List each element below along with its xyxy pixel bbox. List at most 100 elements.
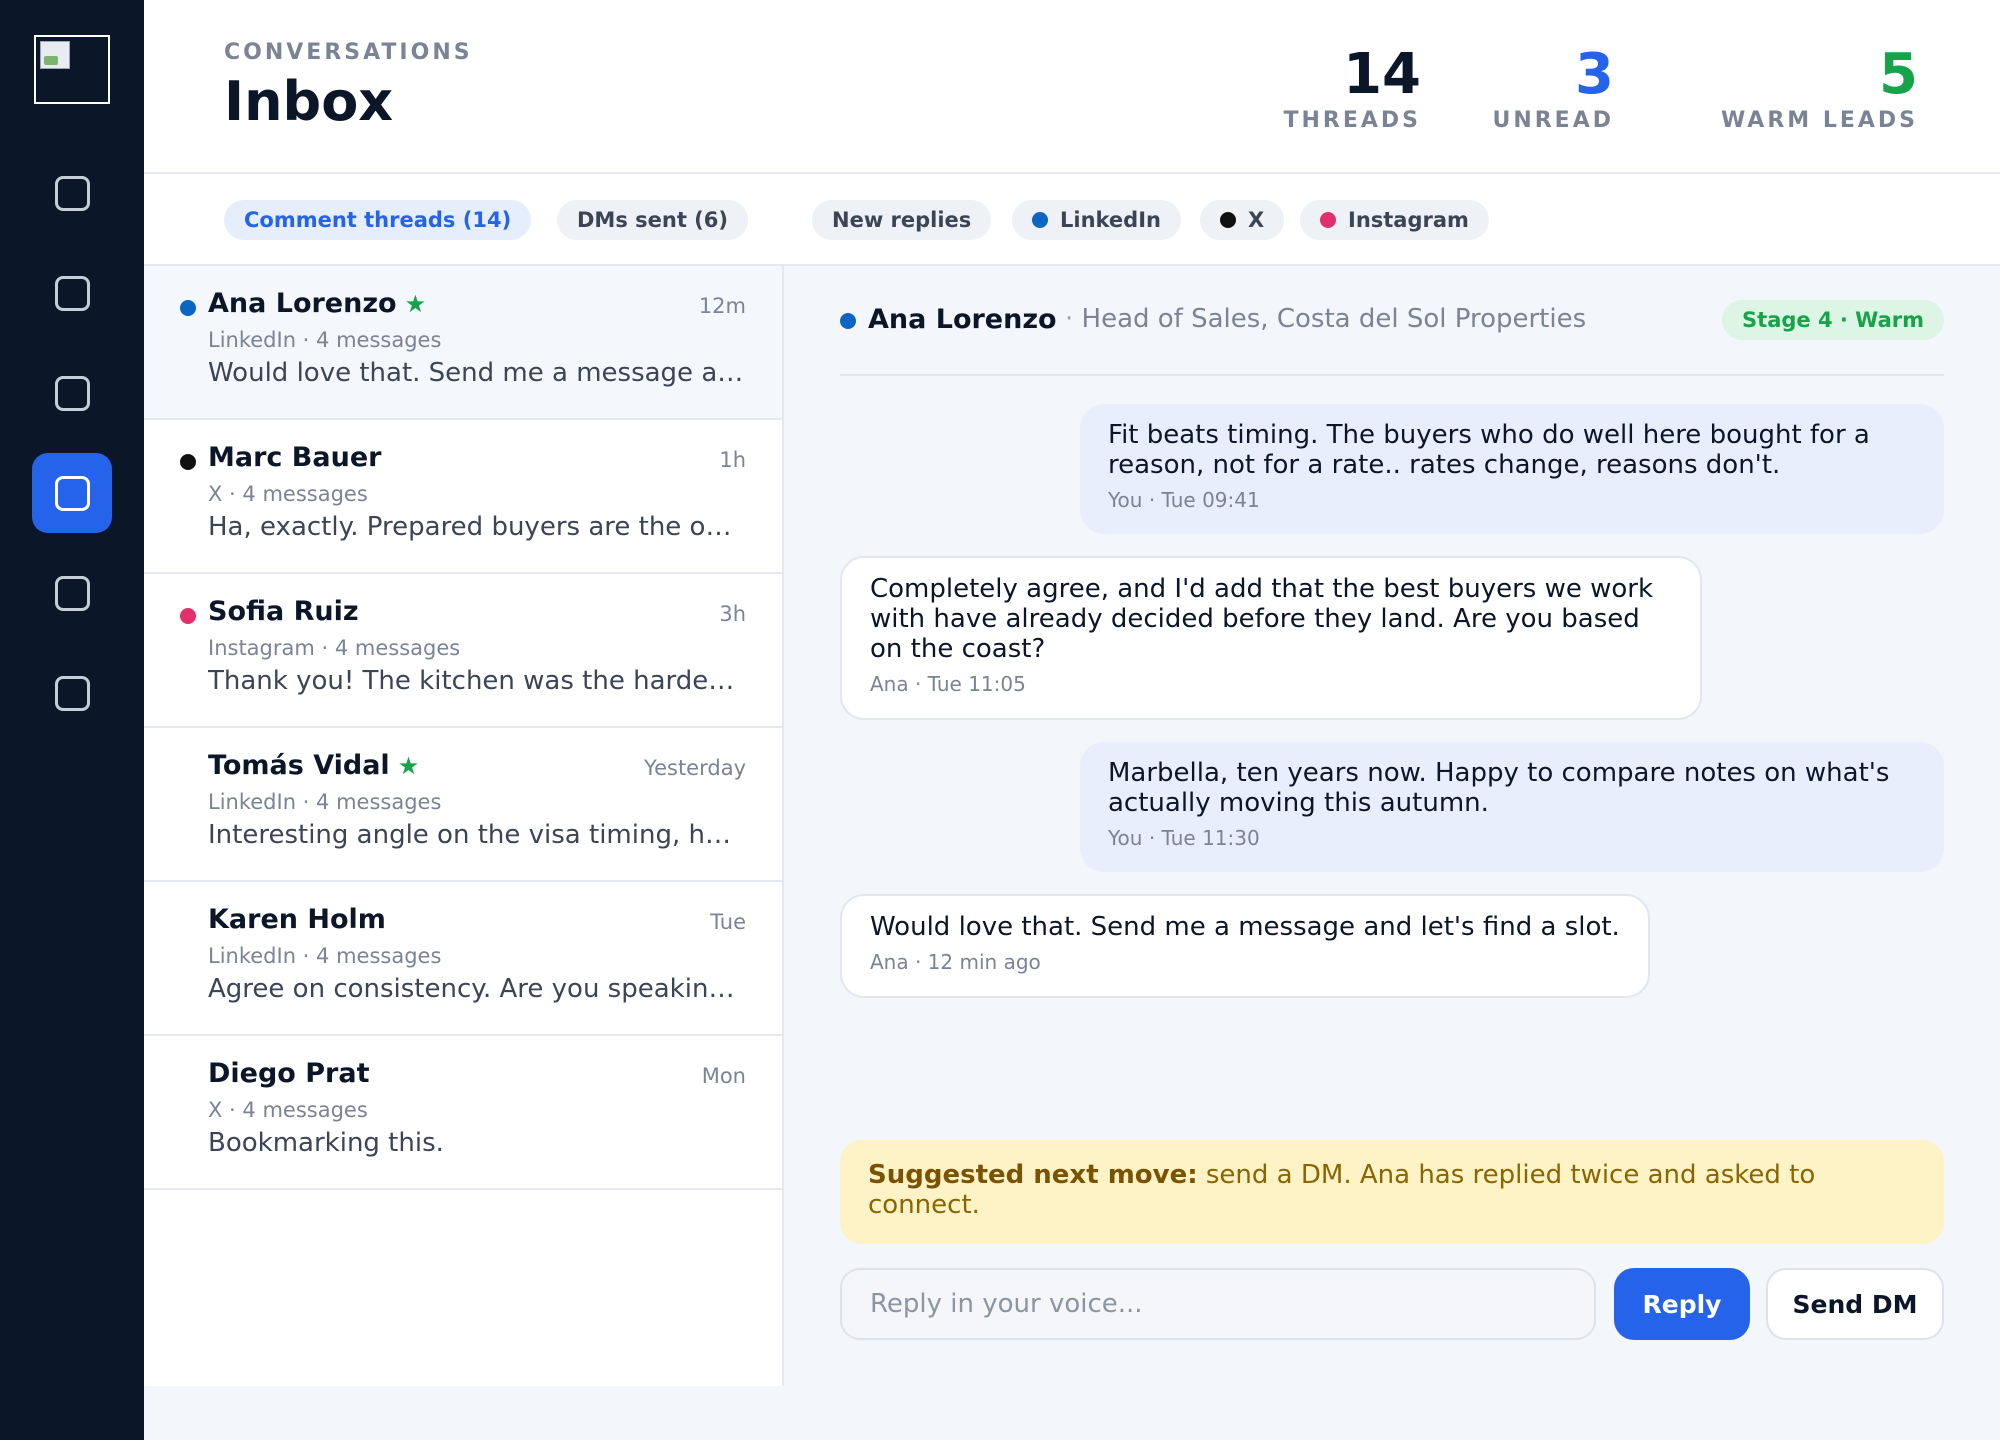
nav-icon xyxy=(54,375,90,411)
message-stamp: Ana · Tue 11:05 xyxy=(870,672,1026,696)
broken-image-icon xyxy=(40,41,70,69)
nav-button-6[interactable] xyxy=(32,653,112,733)
thread-preview: Thank you! The kitchen was the hardest p… xyxy=(208,666,744,696)
linkedin-dot-icon xyxy=(840,313,856,329)
stat-label: WARM LEADS xyxy=(1721,108,1918,133)
nav-icon xyxy=(54,675,90,711)
app-logo[interactable] xyxy=(34,35,110,104)
nav-icon xyxy=(54,275,90,311)
thread-list: Ana Lorenzo ★ 12m LinkedIn · 4 messages W… xyxy=(144,266,784,1386)
inbox-nav-icon xyxy=(54,475,90,511)
filter-label: Comment threads (14) xyxy=(244,208,512,232)
thread-contact-name: Karen Holm xyxy=(208,904,386,935)
instagram-dot-icon xyxy=(180,608,196,624)
nav-button-inbox-active[interactable] xyxy=(32,453,112,533)
filter-bar: Comment threads (14) DMs sent (6) New re… xyxy=(144,174,2000,266)
thread-time: Mon xyxy=(701,1064,746,1088)
thread-preview: Bookmarking this. xyxy=(208,1128,444,1158)
conversation-header: Ana Lorenzo · Head of Sales, Costa del S… xyxy=(840,300,1944,342)
message-stamp: Ana · 12 min ago xyxy=(870,950,1041,974)
thread-meta: LinkedIn · 4 messages xyxy=(208,790,442,814)
filter-label: DMs sent (6) xyxy=(577,208,728,232)
reply-input[interactable] xyxy=(840,1268,1596,1340)
thread-row[interactable]: Sofia Ruiz 3h Instagram · 4 messages Tha… xyxy=(144,574,782,728)
thread-preview: Interesting angle on the visa timing, ho… xyxy=(208,820,744,850)
nav-icon xyxy=(54,175,90,211)
message-bubble-incoming: Completely agree, and I'd add that the b… xyxy=(840,556,1702,720)
thread-time: Yesterday xyxy=(644,756,746,780)
contact-role: · Head of Sales, Costa del Sol Propertie… xyxy=(1065,304,1587,334)
linkedin-dot-icon xyxy=(180,300,196,316)
message-text: Would love that. Send me a message and l… xyxy=(870,912,1620,942)
thread-meta: X · 4 messages xyxy=(208,1098,368,1122)
nav-button-3[interactable] xyxy=(32,353,112,433)
thread-contact-name: Marc Bauer xyxy=(208,442,382,473)
filter-linkedin[interactable]: LinkedIn xyxy=(1012,200,1181,240)
stat-warm-leads: 5 WARM LEADS xyxy=(1721,42,1918,134)
thread-time: 1h xyxy=(719,448,746,472)
filter-label: Instagram xyxy=(1348,208,1469,232)
thread-row[interactable]: Tomás Vidal ★ Yesterday LinkedIn · 4 mess… xyxy=(144,728,782,882)
stat-value: 14 xyxy=(1343,42,1421,107)
message-text: Marbella, ten years now. Happy to compar… xyxy=(1108,758,1890,818)
x-dot-icon xyxy=(180,454,196,470)
stat-threads: 14 THREADS xyxy=(1283,42,1421,134)
app-sidebar xyxy=(0,0,144,1440)
thread-contact-name: Ana Lorenzo ★ xyxy=(208,288,427,319)
filter-x[interactable]: X xyxy=(1200,200,1285,240)
message-bubble-incoming: Would love that. Send me a message and l… xyxy=(840,894,1650,998)
thread-time: 12m xyxy=(698,294,746,318)
filter-dms-sent[interactable]: DMs sent (6) xyxy=(557,200,748,240)
nav-icon xyxy=(54,575,90,611)
divider xyxy=(840,374,1944,376)
thread-time: Tue xyxy=(710,910,746,934)
message-bubble-outgoing: Fit beats timing. The buyers who do well… xyxy=(1080,404,1944,534)
thread-row[interactable]: Marc Bauer 1h X · 4 messages Ha, exactly… xyxy=(144,420,782,574)
thread-preview: Would love that. Send me a message and l… xyxy=(208,358,744,388)
message-text: Completely agree, and I'd add that the b… xyxy=(870,574,1654,664)
star-icon: ★ xyxy=(404,290,427,318)
thread-contact-name: Tomás Vidal ★ xyxy=(208,750,420,781)
message-stamp: You · Tue 11:30 xyxy=(1108,826,1260,850)
thread-contact-name: Sofia Ruiz xyxy=(208,596,359,627)
nav-button-1[interactable] xyxy=(32,153,112,233)
thread-meta: LinkedIn · 4 messages xyxy=(208,944,442,968)
thread-meta: LinkedIn · 4 messages xyxy=(208,328,442,352)
x-dot-icon xyxy=(1220,212,1236,228)
message-stamp: You · Tue 09:41 xyxy=(1108,488,1260,512)
linkedin-dot-icon xyxy=(1032,212,1048,228)
filter-new-replies[interactable]: New replies xyxy=(812,200,992,240)
thread-preview: Agree on consistency. Are you speaking a… xyxy=(208,974,744,1004)
stat-label: THREADS xyxy=(1283,108,1421,133)
page-title: Inbox xyxy=(224,70,394,133)
nav-button-5[interactable] xyxy=(32,553,112,633)
suggestion-banner: Suggested next move: send a DM. Ana has … xyxy=(840,1140,1944,1244)
stat-label: UNREAD xyxy=(1492,108,1614,133)
nav-button-2[interactable] xyxy=(32,253,112,333)
thread-row[interactable]: Diego Prat Mon X · 4 messages Bookmarkin… xyxy=(144,1036,782,1190)
thread-row[interactable]: Ana Lorenzo ★ 12m LinkedIn · 4 messages W… xyxy=(144,266,782,420)
thread-preview: Ha, exactly. Prepared buyers are the onl… xyxy=(208,512,744,542)
filter-label: X xyxy=(1248,208,1265,232)
contact-name[interactable]: Ana Lorenzo xyxy=(868,304,1057,335)
thread-contact-name: Diego Prat xyxy=(208,1058,370,1089)
thread-meta: Instagram · 4 messages xyxy=(208,636,461,660)
message-text: Fit beats timing. The buyers who do well… xyxy=(1108,420,1870,480)
suggestion-label: Suggested next move: xyxy=(868,1160,1198,1190)
thread-meta: X · 4 messages xyxy=(208,482,368,506)
stat-unread: 3 UNREAD xyxy=(1492,42,1614,134)
stat-value: 3 xyxy=(1575,42,1614,107)
send-dm-button[interactable]: Send DM xyxy=(1766,1268,1944,1340)
thread-time: 3h xyxy=(719,602,746,626)
filter-instagram[interactable]: Instagram xyxy=(1300,200,1489,240)
reply-button[interactable]: Reply xyxy=(1614,1268,1750,1340)
page-eyebrow: CONVERSATIONS xyxy=(224,40,473,65)
conversation-panel: Ana Lorenzo · Head of Sales, Costa del S… xyxy=(784,266,2000,1386)
filter-label: LinkedIn xyxy=(1060,208,1161,232)
separator: · xyxy=(1065,304,1074,334)
stage-badge: Stage 4 · Warm xyxy=(1722,300,1944,340)
thread-row[interactable]: Karen Holm Tue LinkedIn · 4 messages Agr… xyxy=(144,882,782,1036)
message-bubble-outgoing: Marbella, ten years now. Happy to compar… xyxy=(1080,742,1944,872)
filter-comment-threads[interactable]: Comment threads (14) xyxy=(224,200,532,240)
stat-value: 5 xyxy=(1879,42,1918,107)
